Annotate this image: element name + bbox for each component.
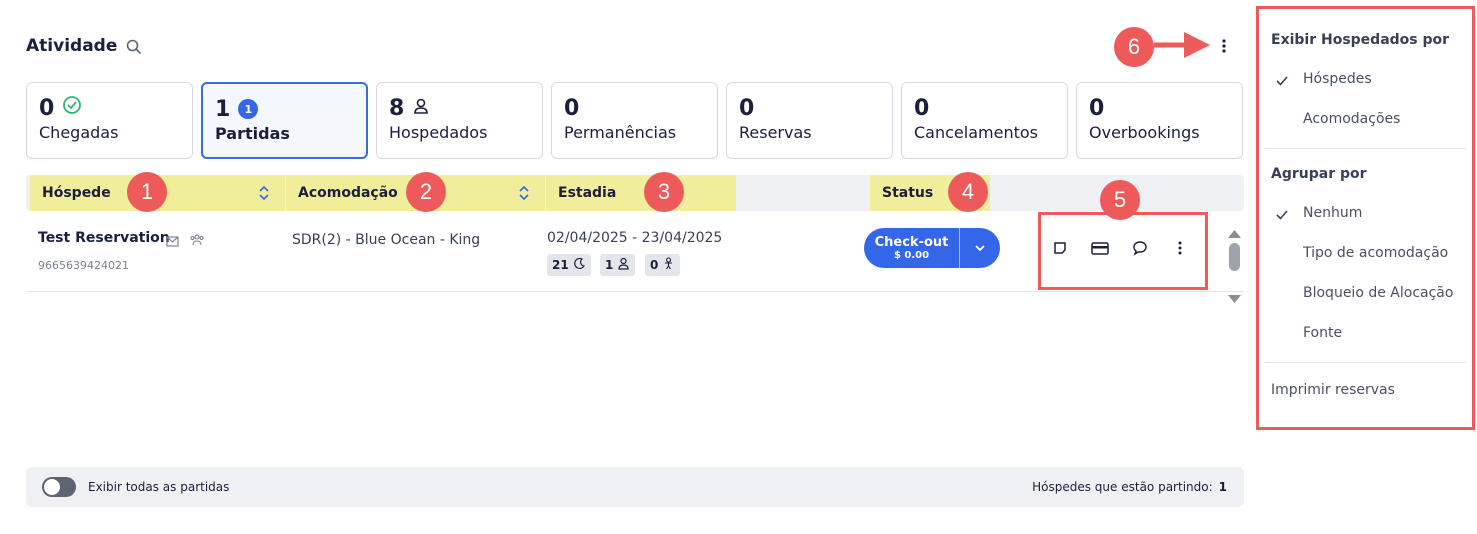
menu-item-bloqueio-alocacao[interactable]: Bloqueio de Alocação: [1303, 285, 1453, 301]
summary-value: 1: [1218, 480, 1227, 494]
mail-icon: [166, 232, 179, 251]
card-reservas[interactable]: 0 Reservas: [726, 82, 893, 159]
check-icon: [1275, 207, 1289, 221]
annotation-badge-2: 2: [406, 172, 446, 212]
annotation-badge-5: 5: [1100, 180, 1140, 220]
card-label: Hospedados: [389, 123, 488, 142]
more-options-icon[interactable]: [1215, 36, 1233, 56]
annotation-badge-6: 6: [1114, 27, 1154, 67]
adults-count: 1: [605, 258, 614, 272]
scroll-up-icon[interactable]: [1227, 224, 1242, 243]
more-options-icon[interactable]: [1170, 238, 1190, 258]
chat-icon[interactable]: [1130, 238, 1150, 258]
card-label: Overbookings: [1089, 123, 1200, 142]
menu-item-fonte[interactable]: Fonte: [1303, 325, 1342, 341]
card-value: 0: [39, 95, 55, 121]
display-options-menu: Exibir Hospedados por Hóspedes Acomodaçõ…: [1256, 6, 1475, 430]
card-partidas[interactable]: 1 1 Partidas: [201, 82, 368, 159]
scrollbar-thumb[interactable]: [1229, 243, 1240, 271]
menu-divider: [1265, 362, 1466, 363]
nights-chip: 21: [547, 254, 591, 276]
guest-id: 9665639424021: [38, 259, 129, 272]
credit-card-icon[interactable]: [1090, 238, 1110, 258]
check-circle-icon: [62, 95, 82, 121]
card-label: Chegadas: [39, 123, 119, 142]
nights-count: 21: [552, 258, 569, 272]
card-value: 1: [215, 96, 231, 122]
annotation-arrow-icon: [1154, 30, 1210, 64]
checkout-split-button: Check-out $ 0.00: [864, 228, 1000, 268]
person-icon: [617, 257, 630, 273]
menu-section-title: Exibir Hospedados por: [1271, 32, 1450, 48]
chevron-down-icon[interactable]: [960, 228, 1000, 268]
stay-dates: 02/04/2025 - 23/04/2025: [547, 230, 723, 246]
summary-label: Hóspedes que estão partindo:: [1032, 480, 1213, 494]
menu-item-acomodacoes[interactable]: Acomodações: [1303, 111, 1400, 127]
check-icon: [1275, 73, 1289, 87]
note-icon[interactable]: [1050, 238, 1070, 258]
room-name: SDR(2) - Blue Ocean - King: [292, 232, 481, 248]
checkout-label: Check-out: [874, 235, 949, 250]
annotation-badge-4: 4: [948, 172, 988, 212]
toggle-label: Exibir todas as partidas: [88, 480, 230, 494]
group-icon: [189, 231, 205, 250]
card-label: Reservas: [739, 123, 812, 142]
checkout-button[interactable]: Check-out $ 0.00: [864, 228, 959, 268]
card-label: Permanências: [564, 123, 677, 142]
card-label: Partidas: [215, 124, 290, 143]
search-icon[interactable]: [125, 38, 143, 56]
card-permanencias[interactable]: 0 Permanências: [551, 82, 718, 159]
menu-item-tipo-acomodacao[interactable]: Tipo de acomodação: [1303, 245, 1448, 261]
footer-summary: Hóspedes que estão partindo: 1: [1032, 480, 1227, 494]
toggle-knob: [44, 479, 60, 495]
card-label: Cancelamentos: [914, 123, 1038, 142]
card-overbookings[interactable]: 0 Overbookings: [1076, 82, 1243, 159]
moon-icon: [573, 257, 586, 273]
card-value: 0: [739, 95, 755, 121]
person-icon: [412, 96, 430, 121]
menu-item-nenhum[interactable]: Nenhum: [1303, 205, 1362, 221]
annotation-badge-3: 3: [644, 172, 684, 212]
child-icon: [662, 257, 675, 273]
sort-icon[interactable]: [518, 185, 530, 201]
checkout-amount: $ 0.00: [893, 250, 930, 261]
children-chip: 0: [645, 254, 681, 276]
card-value: 0: [1089, 95, 1105, 121]
column-header-estadia[interactable]: Estadia: [546, 175, 736, 211]
card-hospedados[interactable]: 8 Hospedados: [376, 82, 543, 159]
row-divider: [26, 291, 1244, 292]
menu-section-title: Agrupar por: [1271, 166, 1367, 182]
menu-item-print[interactable]: Imprimir reservas: [1271, 382, 1395, 398]
card-cancelamentos[interactable]: 0 Cancelamentos: [901, 82, 1068, 159]
sort-icon[interactable]: [258, 185, 270, 201]
count-badge: 1: [238, 99, 259, 119]
annotation-badge-1: 1: [127, 172, 167, 212]
card-value: 0: [564, 95, 580, 121]
adults-chip: 1: [600, 254, 636, 276]
page-title: Atividade: [26, 36, 118, 56]
menu-divider: [1265, 148, 1466, 149]
menu-item-hospedes[interactable]: Hóspedes: [1303, 71, 1372, 87]
guest-name[interactable]: Test Reservation: [38, 230, 170, 246]
card-value: 0: [914, 95, 930, 121]
children-count: 0: [650, 258, 659, 272]
card-chegadas[interactable]: 0 Chegadas: [26, 82, 193, 159]
card-value: 8: [389, 95, 405, 121]
